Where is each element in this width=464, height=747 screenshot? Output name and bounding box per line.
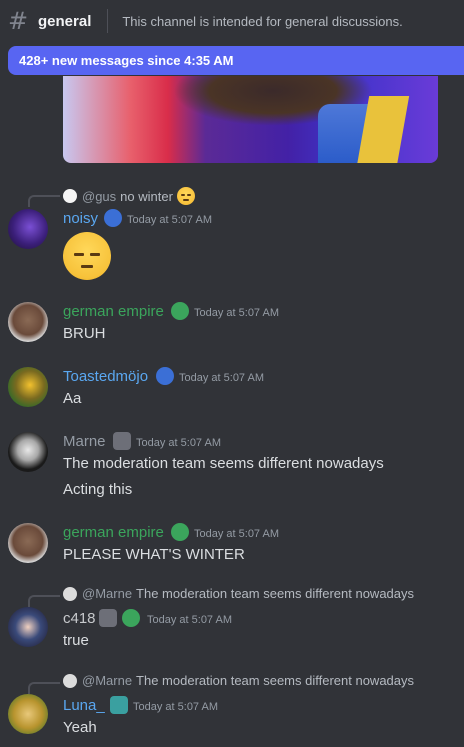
username[interactable]: c418 xyxy=(63,610,96,627)
image-attachment[interactable] xyxy=(63,76,438,163)
message-item: german empire Today at 5:07 AM PLEASE WH… xyxy=(0,521,464,571)
reply-username[interactable]: @gus xyxy=(82,189,116,204)
avatar[interactable] xyxy=(8,694,48,734)
reply-avatar xyxy=(63,673,77,688)
avatar[interactable] xyxy=(8,607,48,647)
avatar[interactable] xyxy=(8,209,48,249)
message-item: Toastedmöjo Today at 5:07 AM Aa xyxy=(0,365,464,415)
reply-connector xyxy=(28,595,60,607)
role-icon[interactable] xyxy=(156,367,174,385)
message-content: PLEASE WHAT'S WINTER xyxy=(63,546,245,563)
reply-text: The moderation team seems different nowa… xyxy=(136,586,415,601)
username[interactable]: german empire xyxy=(63,303,164,320)
reply-connector xyxy=(28,682,60,694)
username[interactable]: Marne xyxy=(63,433,106,450)
timestamp[interactable]: Today at 5:07 AM xyxy=(147,614,232,626)
message-item: @Marne The moderation team seems differe… xyxy=(0,672,464,747)
avatar[interactable] xyxy=(8,523,48,563)
message-content: The moderation team seems different nowa… xyxy=(63,455,384,472)
username[interactable]: Toastedmöjo xyxy=(63,368,148,385)
message-item: @Marne The moderation team seems differe… xyxy=(0,585,464,655)
channel-name[interactable]: general xyxy=(38,13,91,30)
avatar[interactable] xyxy=(8,432,48,472)
reply-username[interactable]: @Marne xyxy=(82,586,132,601)
header-divider xyxy=(107,9,109,33)
role-icon[interactable] xyxy=(171,523,189,541)
timestamp[interactable]: Today at 5:07 AM xyxy=(194,307,279,319)
role-icon[interactable] xyxy=(104,209,122,227)
reply-avatar xyxy=(63,586,77,601)
message-content: Yeah xyxy=(63,719,97,736)
message-content: Acting this xyxy=(63,481,133,498)
reply-preview[interactable]: @Marne The moderation team seems differe… xyxy=(63,586,414,601)
timestamp[interactable]: Today at 5:07 AM xyxy=(133,701,218,713)
message-content: BRUH xyxy=(63,325,106,342)
channel-topic[interactable]: This channel is intended for general dis… xyxy=(122,14,402,29)
avatar[interactable] xyxy=(8,367,48,407)
hashtag-icon: # xyxy=(8,7,29,35)
role-icon[interactable] xyxy=(110,696,128,714)
avatar[interactable] xyxy=(8,302,48,342)
reply-avatar xyxy=(63,189,77,203)
message-content: Aa xyxy=(63,390,82,407)
username[interactable]: noisy xyxy=(63,210,98,227)
timestamp[interactable]: Today at 5:07 AM xyxy=(127,214,212,226)
new-messages-label: 428+ new messages since 4:35 AM xyxy=(19,53,234,68)
message-item: @gus no winter noisy Today at 5:07 AM xyxy=(0,184,464,284)
reply-username[interactable]: @Marne xyxy=(82,673,132,688)
new-messages-bar[interactable]: 428+ new messages since 4:35 AM xyxy=(8,46,464,75)
timestamp[interactable]: Today at 5:07 AM xyxy=(194,528,279,540)
message-content: true xyxy=(63,632,89,649)
role-icon[interactable] xyxy=(171,302,189,320)
reply-preview[interactable]: @gus no winter xyxy=(63,187,195,205)
reply-connector xyxy=(28,195,60,207)
reply-preview[interactable]: @Marne The moderation team seems differe… xyxy=(63,673,414,688)
username[interactable]: german empire xyxy=(63,524,164,541)
username[interactable]: Luna_ xyxy=(63,697,105,714)
pensive-face-emoji-icon xyxy=(176,187,195,205)
timestamp[interactable]: Today at 5:07 AM xyxy=(136,437,221,449)
role-icon[interactable] xyxy=(113,432,131,450)
reply-text: The moderation team seems different nowa… xyxy=(136,673,415,688)
channel-header: # general This channel is intended for g… xyxy=(0,0,464,42)
role-icon[interactable] xyxy=(99,609,117,627)
timestamp[interactable]: Today at 5:07 AM xyxy=(179,372,264,384)
sprout-icon[interactable] xyxy=(122,609,140,627)
message-item: german empire Today at 5:07 AM BRUH xyxy=(0,300,464,350)
reply-text: no winter xyxy=(120,188,173,204)
message-item: Marne Today at 5:07 AM The moderation te… xyxy=(0,430,464,505)
pensive-face-emoji-icon[interactable] xyxy=(63,232,111,280)
